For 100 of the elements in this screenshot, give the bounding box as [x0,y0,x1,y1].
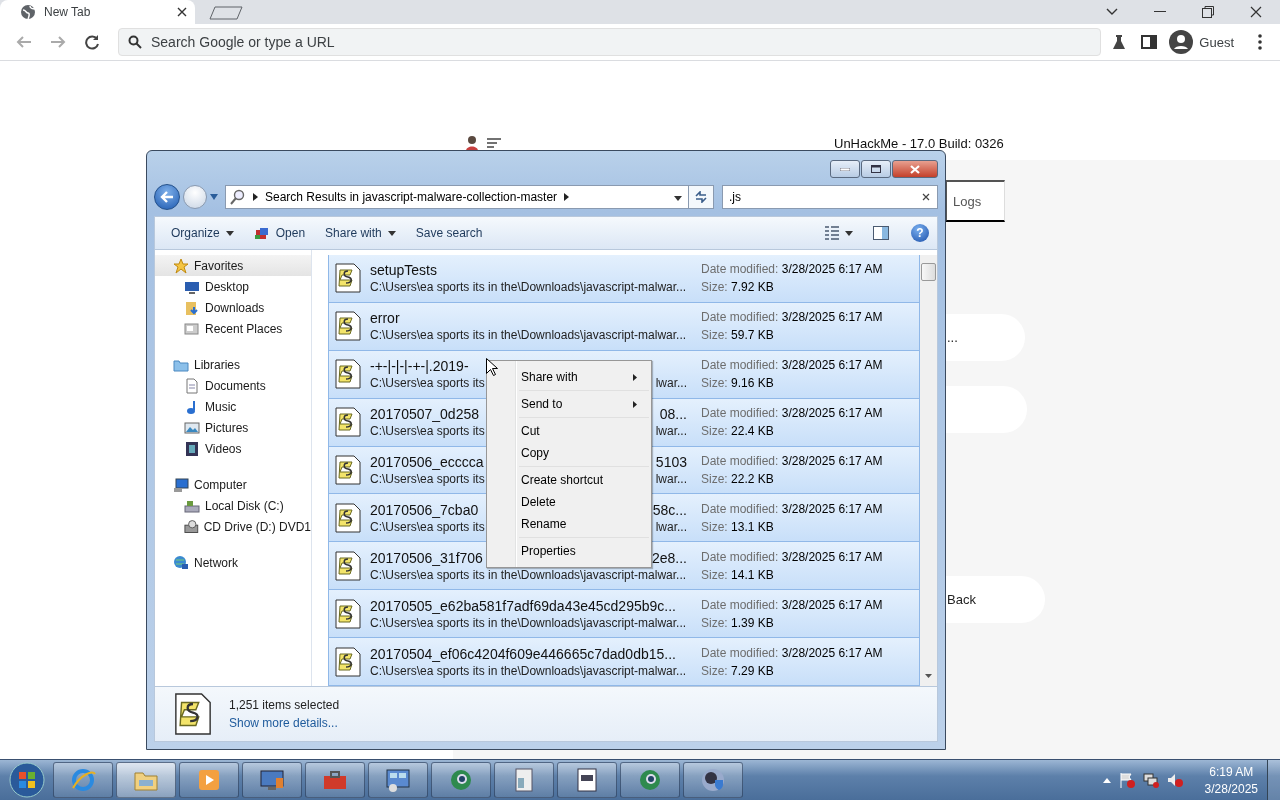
detail-label: Size: [701,615,728,630]
file-row[interactable]: 20170505_e62ba581f7adf69da43e45cd295b9c... C:\Users\ea sports its in the\Downloads\javascript-malwar... Date modified: 3/28/2025 6:17 AM Size: 1.39 KB [328,590,920,639]
menu-item[interactable]: Delete [519,491,649,513]
chevron-icon [564,193,570,201]
detail-label: Date modified: [701,406,779,421]
date-value: 3/28/2025 6:17 AM [781,501,883,516]
close-icon [1250,6,1262,18]
taskbar-button[interactable] [242,762,302,798]
detail-label: Date modified: [701,262,779,277]
toolbar-button[interactable]: Save search [407,222,491,244]
menu-item[interactable]: Share with [519,366,649,388]
show-desktop-button[interactable] [1267,760,1280,800]
nav-item[interactable]: Downloads [155,297,311,318]
network-icon [173,554,189,571]
menu-item[interactable]: Rename [519,513,649,535]
nav-item[interactable]: Pictures [155,417,311,438]
detail-label: Size: [701,567,728,582]
close-tab-button[interactable] [177,7,187,17]
menu-item[interactable]: Send to [519,393,649,415]
details-link[interactable]: Show more details... [229,716,340,730]
nav-item[interactable]: Network [155,552,311,573]
maximize-button[interactable] [861,160,891,178]
open-button[interactable]: Open [245,222,314,244]
up-arrow-icon [1102,777,1111,783]
browser-tab[interactable]: New Tab [0,0,195,24]
taskbar-button[interactable] [557,762,617,798]
taskbar-button[interactable] [683,762,743,798]
new-tab-button[interactable] [209,6,243,20]
detail-label: Date modified: [701,310,779,325]
menu-item[interactable]: Copy [519,442,649,464]
show-hidden-icons-button[interactable] [1102,777,1111,783]
scroll-down-icon [925,674,932,678]
taskbar-button[interactable] [179,762,239,798]
taskbar-button[interactable] [494,762,554,798]
detail-label: Size: [701,376,728,391]
search-field[interactable]: .js [722,185,938,209]
minimize-icon [1154,11,1166,13]
nav-item[interactable]: Music [155,396,311,417]
back-button[interactable]: Back [945,576,1045,623]
minimize-button[interactable] [830,160,860,178]
nav-item[interactable]: Libraries [155,354,311,375]
cursor-icon [486,358,498,377]
detail-label: Date modified: [701,358,779,373]
taskbar-button[interactable] [431,762,491,798]
downloads-icon [184,299,200,316]
close-button[interactable] [892,160,938,178]
taskbar-button[interactable] [305,762,365,798]
refresh-button[interactable] [688,185,714,209]
nav-item[interactable]: Recent Places [155,318,311,339]
menu-button[interactable] [487,137,501,149]
taskbar-button[interactable] [620,762,680,798]
history-button[interactable] [210,194,218,200]
back-arrow-icon [16,34,32,50]
file-path: C:\Users\ea sports its in the\Downloads\javascript-malwar... [370,615,687,630]
scrollbar[interactable] [920,255,937,686]
date-value: 3/28/2025 6:17 AM [781,310,883,325]
minimize-icon [840,167,850,171]
address-bar[interactable]: Search Results in javascript-malware-collection-master [225,185,689,209]
file-path: C:\Users\ea sports its [370,472,485,486]
back-button[interactable] [154,184,180,210]
menu-item[interactable]: Cut [519,420,649,442]
file-name: setupTests [370,262,437,279]
size-value: 59.7 KB [731,328,774,343]
close-icon [177,7,187,17]
nav-item[interactable]: Favorites [155,255,311,276]
logs-tab[interactable]: Logs [945,180,1005,222]
list-view-icon [825,226,839,240]
pill-button[interactable]: ... [945,314,1025,361]
file-row[interactable]: error C:\Users\ea sports its in the\Downloads\javascript-malwar... Date modified: 3/28/2025 6:17 AM Size: 59.7 KB [328,302,920,351]
nav-item[interactable]: Videos [155,438,311,459]
clock[interactable]: 6:19 AM 3/28/2025 [1204,764,1258,796]
taskbar-button[interactable] [368,762,428,798]
search-icon [230,189,246,205]
address-field[interactable]: Search Google or type a URL [118,28,1102,56]
nav-item[interactable]: CD Drive (D:) DVD1 [155,516,311,537]
file-name: 20170506_7cba0 [370,501,479,518]
refresh-icon [694,191,708,203]
file-name: 20170506_31f706 [370,549,483,566]
script-file-icon [334,263,362,294]
file-name: 20170507_0d258 [370,406,479,423]
cd-icon [184,518,199,535]
shield-icon [699,766,727,794]
nav-item[interactable]: Desktop [155,276,311,297]
nav-item[interactable]: Local Disk (C:) [155,495,311,516]
menu-item[interactable]: Properties [519,540,649,562]
scroll-thumb[interactable] [921,263,936,281]
pictures-icon [184,419,200,436]
script-file-icon [334,598,362,629]
menu-item[interactable]: Create shortcut [519,469,649,491]
toolbar-button[interactable]: Organize [163,222,242,244]
nav-item[interactable]: Computer [155,474,311,495]
taskbar-button[interactable] [116,762,176,798]
toolbar-button[interactable]: Share with [317,222,404,244]
breadcrumb[interactable]: Search Results in javascript-malware-collection-master [265,190,558,204]
file-row[interactable]: 20170504_ef06c4204f609e446665c7dad0db15... C:\Users\ea sports its in the\Downloads\javascript-malwar... Date modified: 3/28/2025 6:17 AM Size: 7.29 KB [328,638,920,686]
size-value: 13.1 KB [731,519,774,534]
file-row[interactable]: setupTests C:\Users\ea sports its in the\Downloads\javascript-malwar... Date modified: 3/28/2025 6:17 AM Size: 7.92 KB [328,255,920,303]
file-name: 2e8... [651,549,687,566]
nav-item[interactable]: Documents [155,375,311,396]
file-path: C:\Users\ea sports its in the\Downloads\javascript-malwar... [370,567,687,582]
